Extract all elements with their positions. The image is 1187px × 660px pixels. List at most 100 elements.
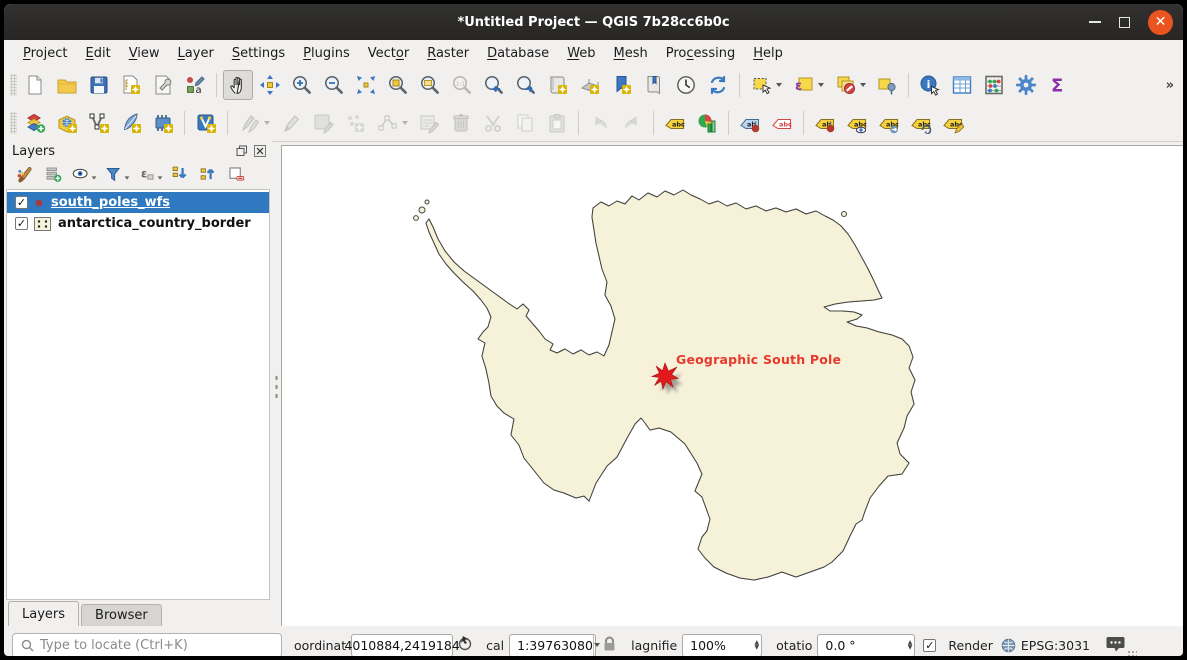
pan-map-button[interactable]	[223, 70, 253, 100]
new-virtual-layer-button[interactable]	[191, 108, 221, 138]
move-label-button[interactable]: abc	[874, 108, 904, 138]
map-canvas[interactable]: Geographic South Pole	[281, 145, 1183, 626]
coordinate-input[interactable]: 4010884,2419184	[351, 634, 453, 657]
undo-button[interactable]	[585, 108, 615, 138]
vertex-tool-button[interactable]	[372, 108, 412, 138]
menu-project[interactable]: Project	[14, 43, 77, 64]
expand-all-button[interactable]	[167, 162, 193, 186]
menu-settings[interactable]: Settings	[223, 43, 294, 64]
manage-map-themes-button[interactable]	[68, 162, 99, 186]
layer-labeling-options-button[interactable]: abc	[660, 108, 690, 138]
add-group-button[interactable]	[40, 162, 66, 186]
show-statistics-button[interactable]: Σ	[1043, 70, 1073, 100]
select-features-button[interactable]	[746, 70, 786, 100]
open-data-source-manager-button[interactable]	[20, 108, 50, 138]
paste-features-button[interactable]	[542, 108, 572, 138]
save-layer-edits-button[interactable]	[308, 108, 338, 138]
refresh-button[interactable]	[703, 70, 733, 100]
zoom-native-button[interactable]: 1:1	[447, 70, 477, 100]
deselect-all-button[interactable]	[830, 70, 870, 100]
pin-unpin-labels-button[interactable]: ab	[810, 108, 840, 138]
show-hide-labels-button[interactable]: abc	[842, 108, 872, 138]
redo-button[interactable]	[617, 108, 647, 138]
open-project-button[interactable]	[52, 70, 82, 100]
show-layout-manager-button[interactable]	[148, 70, 178, 100]
menu-database[interactable]: Database	[478, 43, 558, 64]
close-button[interactable]: ✕	[1148, 10, 1173, 35]
style-manager-button[interactable]: a	[180, 70, 210, 100]
title-bar[interactable]: *Untitled Project — QGIS 7b28cc6b0c ✕	[4, 4, 1183, 40]
extents-toggle-icon[interactable]	[457, 635, 474, 655]
open-layer-styling-button[interactable]	[12, 162, 38, 186]
show-spatial-bookmarks-button[interactable]	[639, 70, 669, 100]
locate-bar[interactable]: Type to locate (Ctrl+K)	[12, 633, 282, 656]
menu-layer[interactable]: Layer	[169, 43, 223, 64]
zoom-full-button[interactable]	[351, 70, 381, 100]
rotation-spinbox[interactable]: 0.0 ° ▲▼	[817, 634, 915, 657]
toggle-editing-button[interactable]	[276, 108, 306, 138]
delete-selected-button[interactable]	[446, 108, 476, 138]
menu-mesh[interactable]: Mesh	[605, 43, 657, 64]
lock-scale-icon[interactable]	[602, 636, 617, 655]
scale-combo[interactable]: 1:39763080	[509, 634, 596, 657]
crs-status[interactable]: EPSG:3031	[1001, 638, 1090, 653]
panel-close-icon[interactable]	[253, 145, 266, 158]
new-spatial-bookmark-button[interactable]	[607, 70, 637, 100]
current-edits-button[interactable]	[234, 108, 274, 138]
panel-float-icon[interactable]	[235, 145, 248, 158]
zoom-next-button[interactable]	[511, 70, 541, 100]
new-shapefile-layer-button[interactable]	[84, 108, 114, 138]
highlight-pinned-labels-button[interactable]: ab	[735, 108, 765, 138]
menu-view[interactable]: View	[120, 43, 169, 64]
menu-processing[interactable]: Processing	[657, 43, 744, 64]
messages-icon[interactable]	[1106, 636, 1125, 655]
identify-features-button[interactable]: i	[915, 70, 945, 100]
zoom-last-button[interactable]	[479, 70, 509, 100]
layer-item-antarctica_country_border[interactable]: ✓antarctica_country_border	[7, 213, 269, 234]
temporal-controller-button[interactable]	[671, 70, 701, 100]
menu-raster[interactable]: Raster	[418, 43, 478, 64]
new-mesh-layer-button[interactable]	[148, 108, 178, 138]
menu-edit[interactable]: Edit	[77, 43, 120, 64]
menu-web[interactable]: Web	[558, 43, 604, 64]
layer-visibility-checkbox[interactable]: ✓	[15, 196, 28, 209]
new-3d-map-view-button[interactable]	[575, 70, 605, 100]
menu-plugins[interactable]: Plugins	[294, 43, 359, 64]
filter-legend-button[interactable]	[101, 162, 132, 186]
copy-features-button[interactable]	[510, 108, 540, 138]
menu-vector[interactable]: Vector	[359, 43, 418, 64]
cut-features-button[interactable]	[478, 108, 508, 138]
layer-visibility-checkbox[interactable]: ✓	[15, 217, 28, 230]
save-project-button[interactable]	[84, 70, 114, 100]
zoom-in-button[interactable]	[287, 70, 317, 100]
render-checkbox[interactable]: ✓	[923, 639, 936, 652]
new-map-view-button[interactable]	[543, 70, 573, 100]
zoom-to-layer-button[interactable]	[415, 70, 445, 100]
resize-grip[interactable]	[1127, 650, 1137, 656]
new-project-button[interactable]	[20, 70, 50, 100]
panel-tab-browser[interactable]: Browser	[81, 604, 162, 626]
select-by-expression-button[interactable]: ε	[788, 70, 828, 100]
digitize-feature-button[interactable]	[340, 108, 370, 138]
collapse-all-button[interactable]	[195, 162, 221, 186]
modify-attributes-button[interactable]	[414, 108, 444, 138]
new-spatialite-layer-button[interactable]	[116, 108, 146, 138]
open-attribute-table-button[interactable]	[947, 70, 977, 100]
statistical-summary-button[interactable]	[979, 70, 1009, 100]
remove-layer-button[interactable]	[223, 162, 249, 186]
toggle-unplaced-labels-button[interactable]: abc	[767, 108, 797, 138]
change-label-button[interactable]: abc	[938, 108, 968, 138]
maximize-button[interactable]	[1119, 17, 1130, 28]
select-by-location-button[interactable]	[872, 70, 902, 100]
processing-toolbox-button[interactable]	[1011, 70, 1041, 100]
panel-tab-layers[interactable]: Layers	[8, 601, 79, 626]
zoom-out-button[interactable]	[319, 70, 349, 100]
layer-item-south_poles_wfs[interactable]: ✓south_poles_wfs	[7, 192, 269, 213]
minimize-button[interactable]	[1089, 21, 1101, 23]
filter-by-expression-button[interactable]: ε	[134, 162, 165, 186]
menu-help[interactable]: Help	[744, 43, 792, 64]
toolbar-overflow-chevrons[interactable]: »	[1166, 78, 1173, 93]
pan-to-selection-button[interactable]	[255, 70, 285, 100]
new-geopackage-layer-button[interactable]	[52, 108, 82, 138]
magnifier-spinbox[interactable]: 100% ▲▼	[682, 634, 762, 657]
